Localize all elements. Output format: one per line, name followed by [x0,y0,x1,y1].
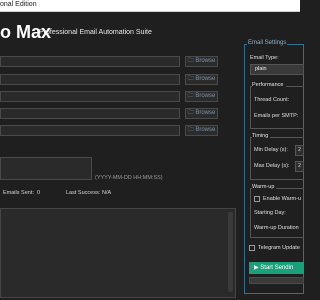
max-delay-label: Max Delay (s): [254,163,290,169]
performance-title: Performance [252,82,286,88]
window-title: onal Edition [0,1,37,8]
file-path-field-3[interactable] [0,91,180,102]
log-output[interactable] [0,208,236,298]
telegram-updates-label: Telegram Update [258,245,300,251]
last-success-label: Last Success: [66,190,101,196]
file-path-field-5[interactable] [0,125,180,136]
emails-sent-label: Emails Sent: [3,190,34,196]
enable-warmup-label: Enable Warm-u [263,196,302,202]
log-scrollbar[interactable] [228,212,233,292]
email-settings-title: Email Settings [247,40,288,46]
file-path-field-2[interactable] [0,74,180,85]
browse-button-3[interactable]: 🗀 Browse [185,91,218,102]
email-type-select[interactable]: plain [250,64,304,75]
browse-button-1[interactable]: 🗀 Browse [185,56,218,67]
send-progress-bar [249,277,304,284]
emails-sent-value: 0 [37,190,41,196]
app-subtitle: Professional Email Automation Suite [39,29,152,36]
telegram-updates-checkbox[interactable] [249,245,255,251]
min-delay-input[interactable]: 2 [295,145,304,156]
start-sending-button[interactable]: ▶ Start Sendin [249,262,304,274]
enable-warmup-checkbox[interactable] [254,196,260,202]
starting-day-label: Starting Day: [254,210,286,216]
thread-count-label: Thread Count: [254,97,290,103]
performance-group [250,86,304,129]
browse-button-4[interactable]: 🗀 Browse [185,108,218,119]
last-success-value: N/A [102,190,112,196]
browse-button-2[interactable]: 🗀 Browse [185,74,218,85]
warmup-duration-label: Warm-up Duration [254,225,299,231]
warmup-title: Warm-up [252,184,277,190]
timing-title: Timing [252,133,271,139]
schedule-datetime-field[interactable] [0,157,92,180]
browse-button-5[interactable]: 🗀 Browse [185,125,218,136]
schedule-format-hint: (YYYY-MM-DD HH:MM:SS) [95,175,163,181]
max-delay-input[interactable]: 2 [295,161,304,172]
email-type-label: Email Type: [250,55,279,61]
emails-per-smtp-label: Emails per SMTP: [254,113,299,119]
file-path-field-4[interactable] [0,108,180,119]
file-path-field-1[interactable] [0,56,180,67]
timing-group [250,137,304,180]
min-delay-label: Min Delay (s): [254,147,288,153]
title-bar: onal Edition [0,0,300,12]
